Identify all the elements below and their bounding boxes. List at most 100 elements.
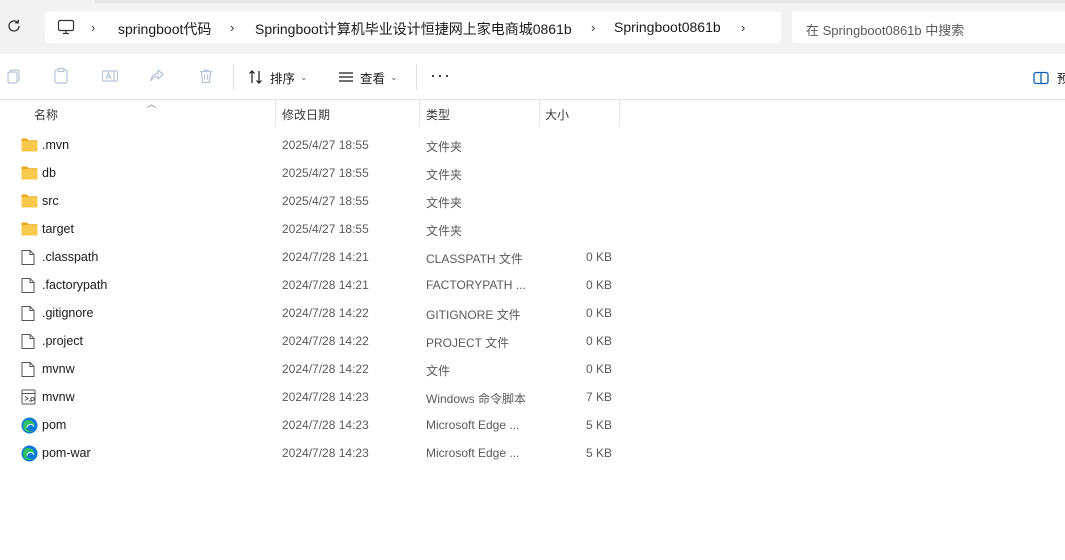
file-row[interactable]: db 2025/4/27 18:55 文件夹 — [0, 159, 1065, 187]
column-header-type[interactable]: 类型 — [426, 106, 450, 123]
breadcrumb-item-2[interactable]: Springboot0861b — [614, 19, 721, 35]
file-name: pom-war — [42, 446, 91, 460]
address-bar[interactable]: › springboot代码 › Springboot计算机毕业设计恒捷网上家电… — [45, 11, 781, 43]
script-icon — [21, 389, 38, 406]
file-date: 2025/4/27 18:55 — [282, 194, 369, 208]
refresh-icon[interactable] — [6, 18, 26, 38]
file-name: db — [42, 166, 56, 180]
column-header-modified[interactable]: 修改日期 — [282, 106, 330, 123]
share-icon[interactable] — [148, 67, 168, 87]
file-date: 2024/7/28 14:21 — [282, 250, 369, 264]
folder-icon — [21, 193, 38, 210]
more-options-button[interactable]: ··· — [430, 66, 451, 84]
file-type: GITIGNORE 文件 — [426, 308, 521, 322]
toolbar-divider — [233, 64, 234, 90]
column-header-row: ︿ 名称 修改日期 类型 大小 — [0, 99, 1065, 127]
file-name: .gitignore — [42, 306, 94, 320]
search-input[interactable]: 在 Springboot0861b 中搜索 — [792, 11, 1065, 43]
file-size: 0 KB — [585, 306, 612, 320]
file-row[interactable]: pom 2024/7/28 14:23 Microsoft Edge ... 5… — [0, 411, 1065, 439]
file-size: 0 KB — [585, 334, 612, 348]
file-row[interactable]: mvnw 2024/7/28 14:23 Windows 命令脚本 7 KB — [0, 383, 1065, 411]
file-type: CLASSPATH 文件 — [426, 252, 523, 266]
file-name: src — [42, 194, 59, 208]
file-icon — [21, 305, 38, 322]
sort-up-icon: ︿ — [147, 99, 157, 109]
column-divider[interactable] — [619, 100, 620, 127]
view-icon — [339, 72, 353, 82]
column-divider[interactable] — [539, 100, 540, 127]
file-row[interactable]: target 2025/4/27 18:55 文件夹 — [0, 215, 1065, 243]
file-row[interactable]: pom-war 2024/7/28 14:23 Microsoft Edge .… — [0, 439, 1065, 467]
sort-button[interactable]: 排序 ⌄ — [248, 67, 308, 87]
file-row[interactable]: .gitignore 2024/7/28 14:22 GITIGNORE 文件 … — [0, 299, 1065, 327]
file-size: 5 KB — [585, 446, 612, 460]
file-name: .classpath — [42, 250, 99, 264]
file-type: Windows 命令脚本 — [426, 392, 527, 406]
chevron-right-icon[interactable]: › — [230, 20, 234, 35]
breadcrumb-item-1[interactable]: Springboot计算机毕业设计恒捷网上家电商城0861b — [255, 19, 572, 39]
file-size: 0 KB — [585, 250, 612, 264]
column-header-size[interactable]: 大小 — [545, 106, 569, 123]
file-name: .project — [42, 334, 83, 348]
file-name: .factorypath — [42, 278, 108, 292]
file-icon — [21, 277, 38, 294]
folder-icon — [21, 137, 38, 154]
file-date: 2025/4/27 18:55 — [282, 138, 369, 152]
file-date: 2025/4/27 18:55 — [282, 166, 369, 180]
file-type: PROJECT 文件 — [426, 336, 510, 350]
file-type: Microsoft Edge ... — [426, 418, 520, 432]
file-type: 文件 — [426, 364, 451, 378]
preview-pane-button[interactable]: 预 — [1033, 68, 1065, 87]
file-type: 文件夹 — [426, 196, 463, 210]
command-bar: 排序 ⌄ 查看 ⌄ ··· 预 — [0, 54, 1065, 100]
file-row[interactable]: .project 2024/7/28 14:22 PROJECT 文件 0 KB — [0, 327, 1065, 355]
breadcrumb-item-0[interactable]: springboot代码 — [118, 19, 211, 39]
column-divider[interactable] — [419, 100, 420, 127]
file-row[interactable]: .classpath 2024/7/28 14:21 CLASSPATH 文件 … — [0, 243, 1065, 271]
column-header-name[interactable]: 名称 — [34, 106, 58, 123]
column-divider[interactable] — [275, 100, 276, 127]
file-row[interactable]: src 2025/4/27 18:55 文件夹 — [0, 187, 1065, 215]
file-row[interactable]: .mvn 2025/4/27 18:55 文件夹 — [0, 131, 1065, 159]
copy-icon[interactable] — [5, 67, 25, 87]
this-pc-icon[interactable] — [57, 18, 75, 36]
toolbar-divider — [416, 64, 417, 90]
view-label: 查看 — [360, 71, 386, 86]
view-button[interactable]: 查看 ⌄ — [338, 67, 398, 87]
file-row[interactable]: .factorypath 2024/7/28 14:21 FACTORYPATH… — [0, 271, 1065, 299]
file-date: 2024/7/28 14:22 — [282, 334, 369, 348]
chevron-down-icon: ⌄ — [300, 71, 308, 82]
file-date: 2024/7/28 14:22 — [282, 306, 369, 320]
file-date: 2024/7/28 14:23 — [282, 418, 369, 432]
file-name: target — [42, 222, 74, 236]
search-placeholder: 在 Springboot0861b 中搜索 — [806, 23, 965, 38]
file-size: 0 KB — [585, 278, 612, 292]
chevron-down-icon: ⌄ — [390, 71, 398, 82]
file-size: 0 KB — [585, 362, 612, 376]
address-bar-row: › springboot代码 › Springboot计算机毕业设计恒捷网上家电… — [0, 0, 1065, 54]
sort-label: 排序 — [270, 71, 296, 86]
file-date: 2024/7/28 14:21 — [282, 278, 369, 292]
file-date: 2025/4/27 18:55 — [282, 222, 369, 236]
file-date: 2024/7/28 14:23 — [282, 390, 369, 404]
file-name: .mvn — [42, 138, 70, 152]
file-row[interactable]: mvnw 2024/7/28 14:22 文件 0 KB — [0, 355, 1065, 383]
chevron-right-icon[interactable]: › — [741, 20, 745, 35]
file-name: mvnw — [42, 390, 75, 404]
file-size: 7 KB — [585, 390, 612, 404]
delete-icon[interactable] — [197, 67, 217, 87]
file-type: 文件夹 — [426, 224, 463, 238]
preview-pane-icon — [1033, 71, 1049, 84]
rename-icon[interactable] — [101, 67, 121, 87]
tab-strip — [95, 0, 1065, 3]
edge-icon — [21, 445, 38, 462]
folder-icon — [21, 165, 38, 182]
file-size: 5 KB — [585, 418, 612, 432]
paste-icon[interactable] — [52, 67, 72, 87]
file-type: Microsoft Edge ... — [426, 446, 520, 460]
chevron-right-icon[interactable]: › — [591, 20, 595, 35]
chevron-right-icon[interactable]: › — [91, 20, 95, 35]
file-name: mvnw — [42, 362, 75, 376]
file-type: FACTORYPATH ... — [426, 278, 526, 292]
